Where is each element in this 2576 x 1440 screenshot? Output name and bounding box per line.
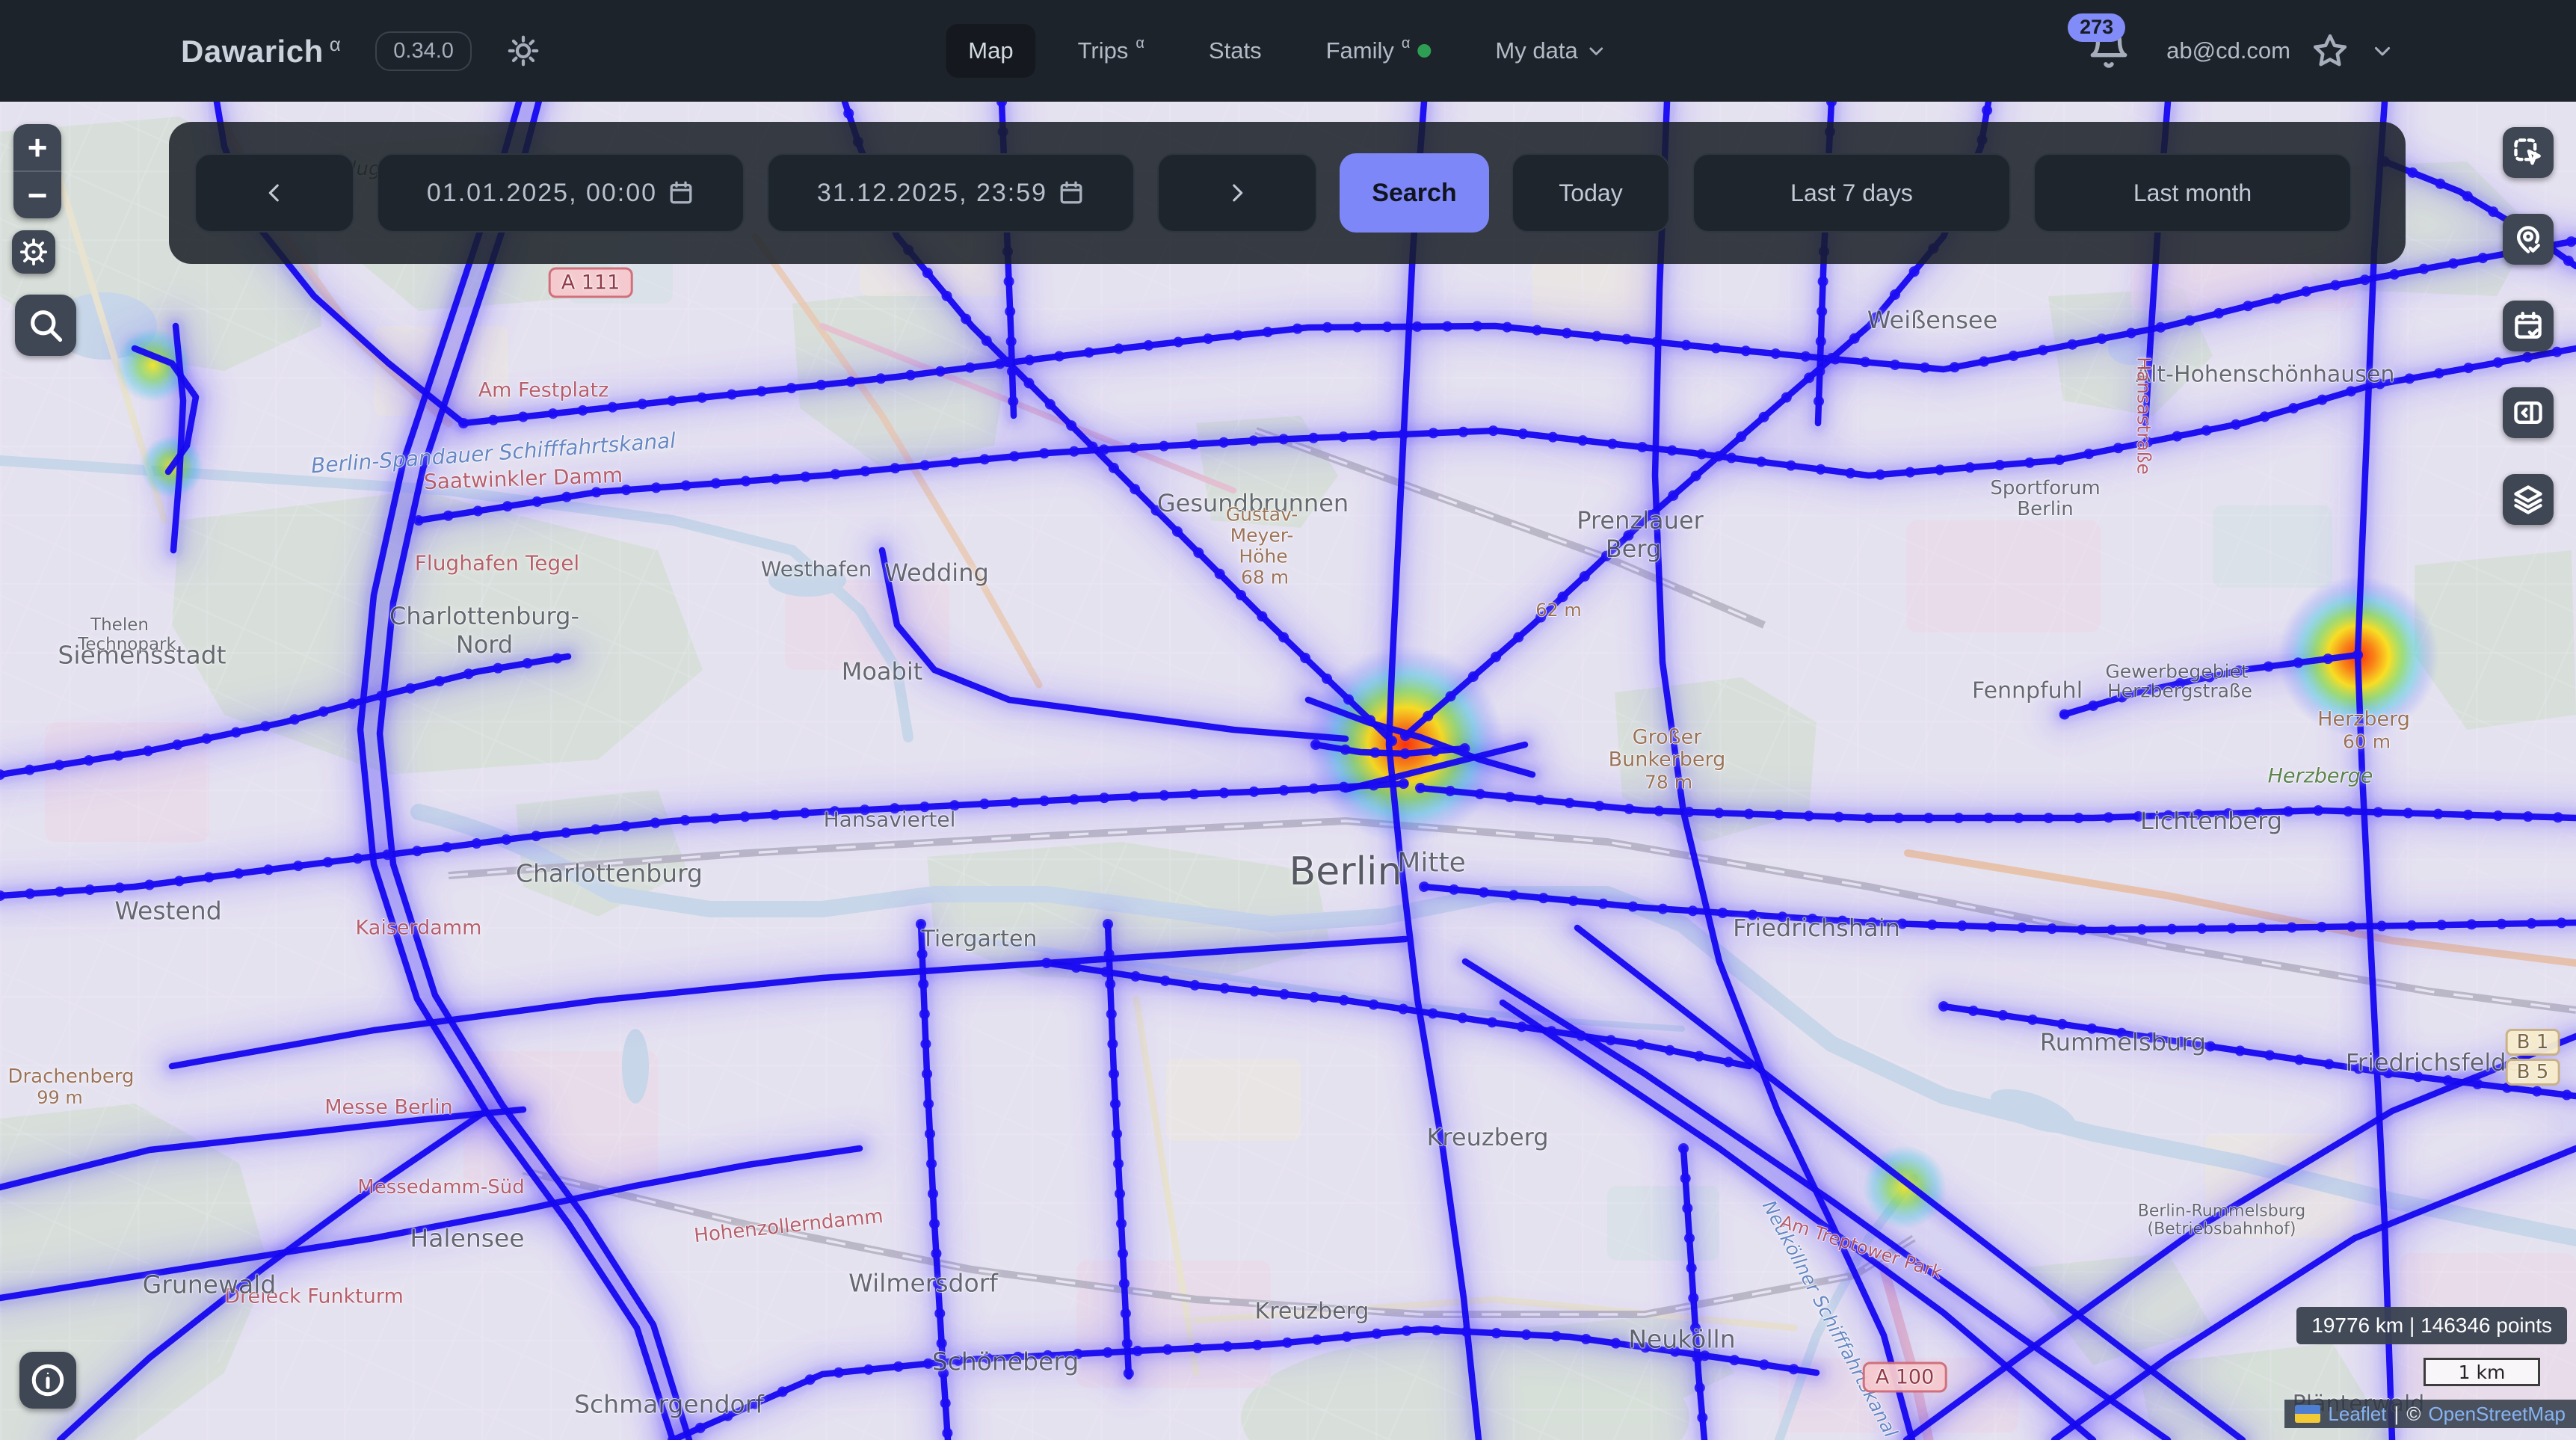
area-select-icon: [2512, 136, 2545, 169]
sidebar-toggle-button[interactable]: [2503, 387, 2554, 438]
user-email: ab@cd.com: [2166, 37, 2290, 64]
search-button[interactable]: Search: [1340, 153, 1489, 233]
dawarich-app: { "app": {"brand": "Dawarich", "brand_su…: [0, 0, 2576, 1440]
map-scale-control: 1 km: [2424, 1358, 2540, 1386]
last-month-button[interactable]: Last month: [2033, 153, 2352, 233]
tab-trips[interactable]: Tripsα: [1056, 24, 1167, 78]
calendar-check-icon: [2512, 310, 2545, 342]
map-settings-button[interactable]: [12, 230, 55, 274]
area-select-button[interactable]: [2503, 127, 2554, 178]
layers-icon: [2512, 483, 2545, 516]
plus-icon: +: [28, 127, 48, 167]
zoom-in-button[interactable]: +: [13, 124, 61, 170]
today-button[interactable]: Today: [1512, 153, 1670, 233]
calendar-icon: [668, 179, 694, 206]
sidebar-toggle-icon: [2512, 396, 2545, 429]
ukraine-flag-icon: [2295, 1405, 2320, 1423]
calendar-icon: [1058, 179, 1085, 206]
calendar-panel-button[interactable]: [2503, 301, 2554, 351]
user-menu-button[interactable]: [2370, 38, 2395, 64]
next-range-button[interactable]: [1157, 153, 1317, 233]
chevron-right-icon: [1224, 180, 1250, 206]
navbar-right: 273 ab@cd.com: [2087, 24, 2395, 78]
version-badge: 0.34.0: [375, 31, 472, 71]
sun-icon: [506, 34, 540, 68]
theme-toggle-button[interactable]: [506, 34, 540, 68]
app-brand[interactable]: Dawarichα: [181, 33, 341, 70]
map-canvas[interactable]: [0, 102, 2576, 1440]
search-icon: [26, 306, 65, 345]
tab-my-data[interactable]: My data: [1473, 24, 1630, 78]
minus-icon: −: [28, 175, 48, 215]
tab-family[interactable]: Familyα: [1304, 24, 1454, 78]
osm-link[interactable]: OpenStreetMap: [2428, 1403, 2566, 1426]
notifications-count-badge: 273: [2068, 13, 2125, 42]
chevron-down-icon: [1586, 40, 1608, 62]
info-button[interactable]: [19, 1352, 76, 1409]
leaflet-link[interactable]: Leaflet: [2328, 1403, 2386, 1426]
main-tabs: Map Tripsα Stats Familyα My data: [946, 0, 1630, 102]
map-pin-check-icon: [2512, 223, 2545, 256]
date-range-toolbar: 01.01.2025, 00:00 31.12.2025, 23:59 Sear…: [169, 122, 2406, 264]
prev-range-button[interactable]: [194, 153, 354, 233]
gear-icon: [19, 238, 48, 266]
end-date-input[interactable]: 31.12.2025, 23:59: [767, 153, 1135, 233]
top-navbar: Dawarichα 0.34.0 Map Tripsα Stats Family…: [0, 0, 2576, 102]
favorite-button[interactable]: [2311, 32, 2349, 70]
map-search-button[interactable]: [15, 295, 76, 356]
layers-button[interactable]: [2503, 474, 2554, 525]
track-stats-badge: 19776 km | 146346 points: [2296, 1307, 2567, 1344]
last-7-days-button[interactable]: Last 7 days: [1692, 153, 2011, 233]
tab-map[interactable]: Map: [946, 24, 1035, 78]
info-icon: [29, 1361, 67, 1399]
map-attribution: Leaflet | © OpenStreetMap: [2284, 1400, 2576, 1428]
chevron-down-icon: [2370, 38, 2395, 64]
notifications-button[interactable]: 273: [2087, 24, 2135, 78]
map-viewport[interactable]: LSG FlughafenseeAm FestplatzBerlin-Spand…: [0, 102, 2576, 1440]
chevron-left-icon: [262, 180, 287, 206]
alpha-superscript: α: [330, 33, 342, 55]
family-online-dot: [1417, 44, 1431, 58]
tab-stats[interactable]: Stats: [1186, 24, 1284, 78]
zoom-out-button[interactable]: −: [13, 172, 61, 218]
start-date-input[interactable]: 01.01.2025, 00:00: [377, 153, 745, 233]
visited-places-button[interactable]: [2503, 214, 2554, 265]
zoom-control: + −: [13, 124, 61, 218]
navbar-left: Dawarichα 0.34.0: [181, 31, 540, 71]
star-icon: [2311, 32, 2349, 70]
